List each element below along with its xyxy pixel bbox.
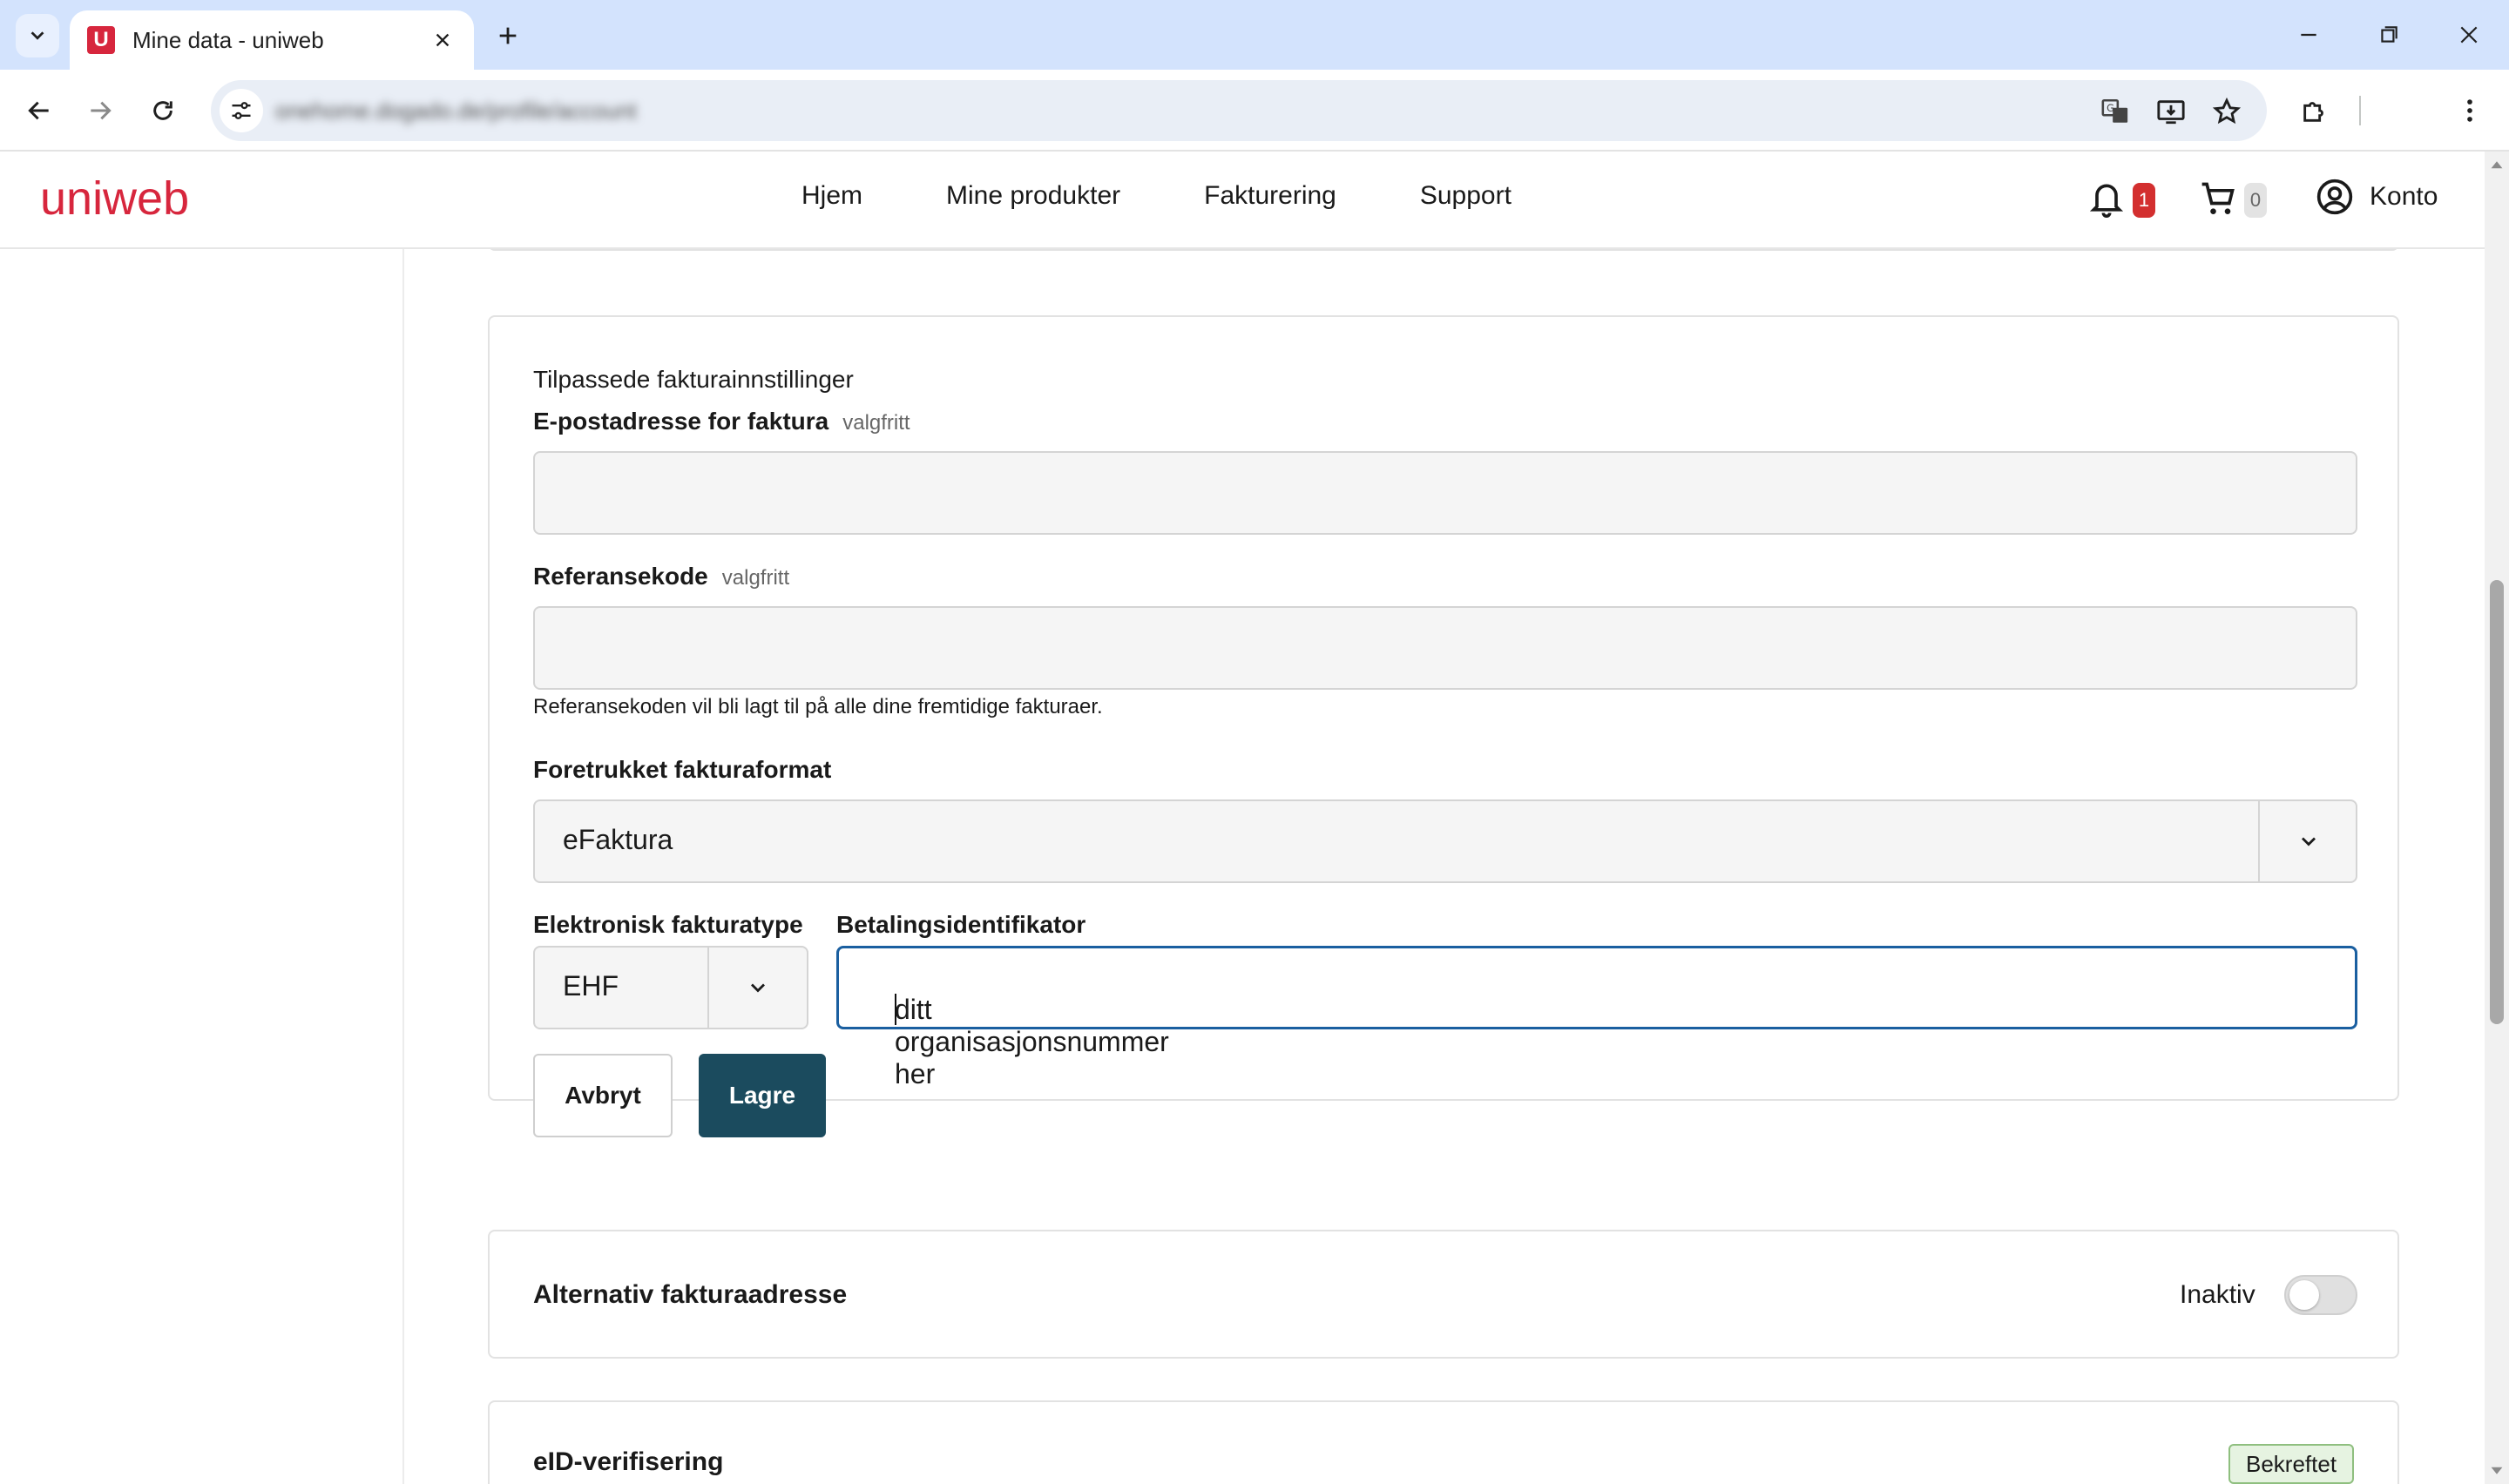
- chevron-down-icon: [2260, 801, 2357, 881]
- account-label: Konto: [2370, 182, 2438, 211]
- reference-optional-tag: valgfritt: [721, 566, 790, 590]
- sidebar-divider: [402, 249, 404, 1484]
- window-restore-button[interactable]: [2363, 12, 2415, 57]
- browser-tab-active[interactable]: U Mine data - uniweb: [70, 10, 474, 70]
- star-icon: [2212, 97, 2242, 125]
- alternative-address-title: Alternativ fakturaadresse: [533, 1280, 848, 1309]
- forward-button[interactable]: [77, 87, 124, 134]
- format-label: Foretrukket fakturaformat: [533, 756, 832, 783]
- install-icon: [2157, 100, 2185, 125]
- bell-icon[interactable]: [2087, 178, 2126, 219]
- user-circle-icon: [2316, 179, 2353, 215]
- chevron-down-icon: [709, 948, 807, 1028]
- translate-button[interactable]: G: [2096, 92, 2134, 131]
- email-label-text: E-postadresse for faktura: [533, 408, 829, 435]
- toggle-knob: [2289, 1280, 2319, 1310]
- reload-icon: [153, 101, 172, 120]
- more-vertical-icon: [2467, 99, 2472, 122]
- cart-count-badge: 0: [2244, 183, 2267, 218]
- reference-helper-text: Referansekoden vil bli lagt til på alle …: [533, 695, 1103, 718]
- invoice-format-value: eFaktura: [563, 824, 673, 855]
- extensions-button[interactable]: [2291, 87, 2338, 134]
- uniweb-favicon-icon: U: [87, 26, 115, 54]
- install-app-button[interactable]: [2152, 92, 2190, 131]
- payment-id-label: Betalingsidentifikator: [836, 911, 1086, 938]
- nav-support[interactable]: Support: [1420, 181, 1511, 211]
- svg-text:uniweb: uniweb: [40, 174, 189, 225]
- svg-text:G: G: [2107, 102, 2114, 114]
- reload-button[interactable]: [139, 87, 186, 134]
- reference-label: Referansekode valgfritt: [533, 563, 789, 590]
- browser-tab-strip: U Mine data - uniweb: [0, 0, 2509, 70]
- tab-title: Mine data - uniweb: [132, 26, 324, 53]
- eid-title: eID-verifisering: [533, 1447, 724, 1476]
- close-icon: [2460, 26, 2478, 44]
- bookmark-star-button[interactable]: [2208, 92, 2246, 131]
- reference-label-text: Referansekode: [533, 563, 708, 590]
- translate-icon: G: [2101, 98, 2128, 123]
- scroll-down-icon[interactable]: [2488, 1461, 2506, 1479]
- alternative-address-state: Inaktiv: [2180, 1280, 2255, 1309]
- uniweb-logo[interactable]: uniweb: [40, 174, 249, 226]
- tune-icon: [232, 102, 251, 119]
- arrow-right-icon: [91, 101, 112, 120]
- save-button[interactable]: Lagre: [699, 1054, 826, 1137]
- arrow-left-icon: [28, 101, 49, 120]
- email-optional-tag: valgfritt: [842, 411, 910, 435]
- tab-close-button[interactable]: [429, 26, 456, 54]
- alternative-address-card: Alternativ fakturaadresse Inaktiv: [488, 1230, 2399, 1359]
- text-caret: [895, 994, 896, 1025]
- invoice-email-input[interactable]: [533, 451, 2357, 535]
- nav-fakturering[interactable]: Fakturering: [1204, 181, 1336, 211]
- section-title: Tilpassede fakturainnstillinger: [533, 366, 854, 393]
- site-header: uniweb Hjem Mine produkter Fakturering S…: [0, 152, 2485, 249]
- notification-count-badge: 1: [2133, 183, 2155, 218]
- electronic-invoice-type-select[interactable]: EHF: [533, 946, 808, 1029]
- close-icon: [436, 33, 450, 47]
- page-scrollbar[interactable]: [2485, 152, 2509, 1484]
- cart-icon[interactable]: [2199, 179, 2237, 218]
- payment-identifier-input[interactable]: ditt organisasjonsnummer her: [836, 946, 2357, 1089]
- email-label: E-postadresse for faktura valgfritt: [533, 408, 910, 435]
- alternative-address-toggle[interactable]: [2284, 1275, 2357, 1315]
- toolbar-divider: [2359, 96, 2361, 125]
- electronic-invoice-type-value: EHF: [563, 970, 619, 1002]
- chevron-down-icon: [30, 31, 44, 40]
- back-button[interactable]: [16, 87, 63, 134]
- nav-hjem[interactable]: Hjem: [801, 181, 862, 211]
- scrollbar-thumb[interactable]: [2490, 580, 2504, 1024]
- invoice-settings-card: Tilpassede fakturainnstillinger E-postad…: [488, 315, 2399, 1137]
- main-navigation: Hjem Mine produkter Fakturering Support: [801, 181, 1595, 211]
- nav-mine-produkter[interactable]: Mine produkter: [946, 181, 1120, 211]
- site-info-button[interactable]: [220, 89, 263, 132]
- url-text: onehome.dogado.de/profile/account: [275, 98, 637, 124]
- account-menu-button[interactable]: Konto: [2316, 178, 2438, 216]
- invoice-format-select[interactable]: eFaktura: [533, 799, 2357, 883]
- plus-icon: [499, 27, 517, 44]
- payment-identifier-text: ditt organisasjonsnummer her: [895, 994, 1169, 1089]
- scroll-up-icon[interactable]: [2488, 157, 2506, 174]
- eid-verification-card: eID-verifisering Bekreftet: [488, 1400, 2399, 1484]
- restore-icon: [2381, 26, 2397, 43]
- verified-badge: Bekreftet: [2228, 1444, 2355, 1484]
- minimize-icon: [2301, 33, 2316, 37]
- new-tab-button[interactable]: [488, 16, 528, 56]
- address-bar[interactable]: onehome.dogado.de/profile/account G: [211, 80, 2267, 141]
- browser-toolbar: onehome.dogado.de/profile/account G: [0, 70, 2509, 152]
- tab-search-button[interactable]: [16, 14, 59, 57]
- page-viewport: uniweb Hjem Mine produkter Fakturering S…: [0, 152, 2485, 1484]
- puzzle-icon: [2303, 102, 2323, 122]
- window-close-button[interactable]: [2443, 12, 2495, 57]
- cancel-button[interactable]: Avbryt: [533, 1054, 673, 1137]
- reference-code-input[interactable]: [533, 606, 2357, 690]
- browser-menu-button[interactable]: [2446, 87, 2493, 134]
- window-minimize-button[interactable]: [2282, 12, 2335, 57]
- etype-label: Elektronisk fakturatype: [533, 911, 803, 938]
